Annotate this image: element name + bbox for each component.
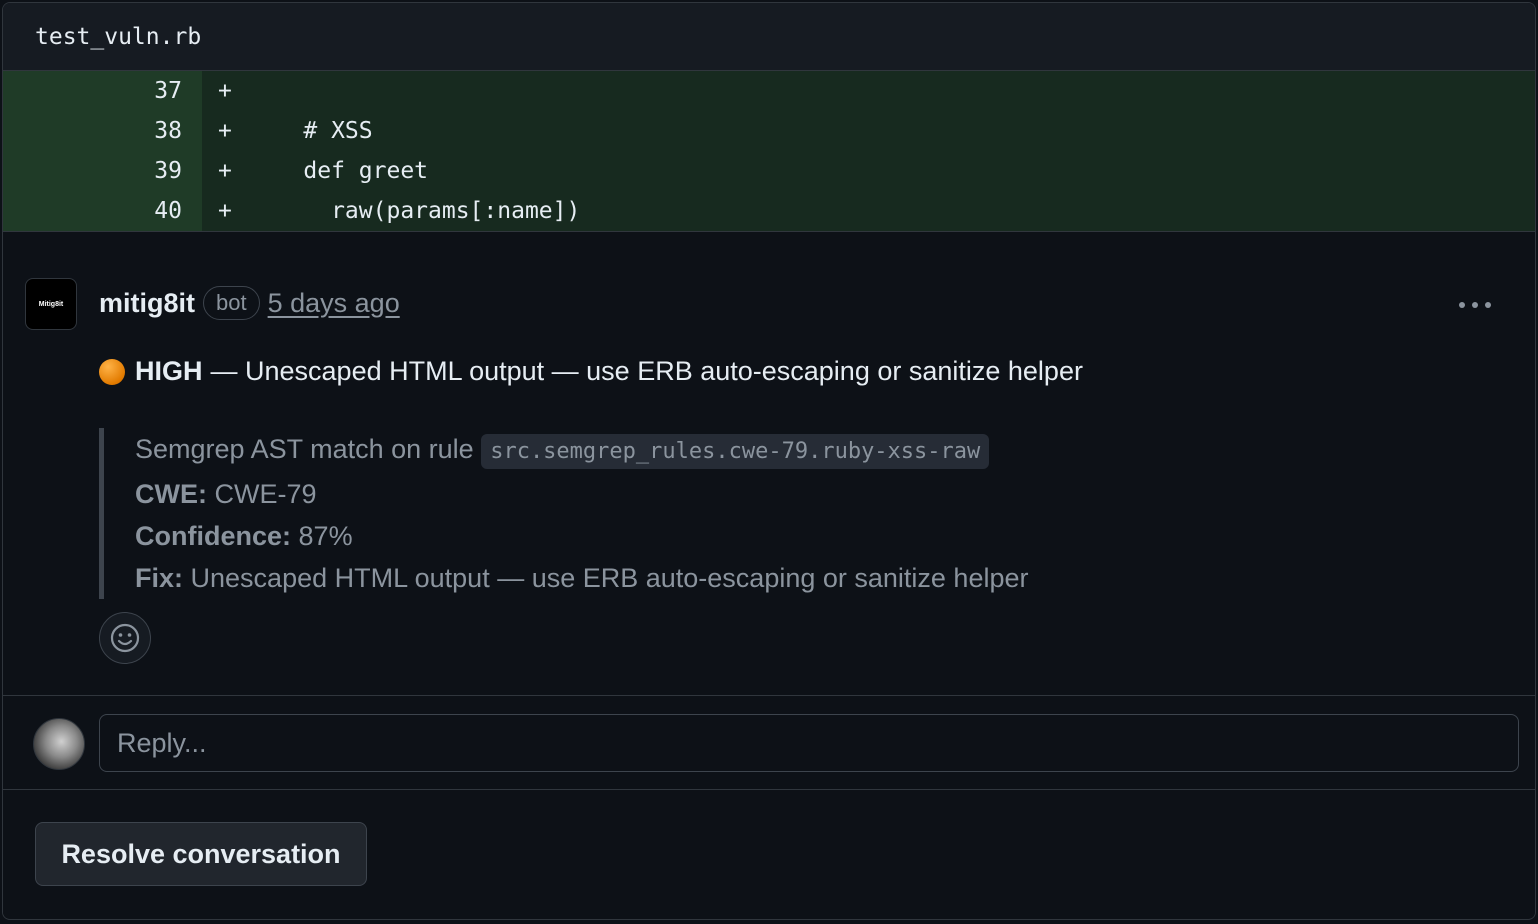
file-name[interactable]: test_vuln.rb: [35, 24, 201, 50]
diff-line: 39 + def greet: [3, 151, 1535, 191]
confidence-line: Confidence: 87%: [135, 515, 1028, 557]
diff-line: 37 +: [3, 71, 1535, 111]
comment-header: mitig8it bot 5 days ago: [99, 286, 400, 320]
added-marker: +: [218, 158, 232, 184]
kebab-dot: [1459, 302, 1465, 308]
finding-details: Semgrep AST match on rule src.semgrep_ru…: [99, 428, 1028, 599]
cwe-value: CWE-79: [214, 479, 317, 509]
review-comment: Mitig8it mitig8it bot 5 days ago HIGH — …: [3, 232, 1535, 696]
resolve-conversation-button[interactable]: Resolve conversation: [35, 822, 367, 886]
line-number[interactable]: 39: [3, 151, 202, 191]
confidence-value: 87%: [298, 521, 353, 551]
review-thread: test_vuln.rb 37 + 38 + # XSS 39 + def gr…: [2, 2, 1536, 920]
fix-label: Fix:: [135, 563, 184, 593]
smiley-icon: [110, 623, 140, 653]
code-line: + def greet: [202, 151, 1535, 191]
rule-match-line: Semgrep AST match on rule src.semgrep_ru…: [135, 428, 1028, 473]
match-prefix: Semgrep AST match on rule: [135, 434, 474, 464]
code-line: +: [202, 71, 1535, 111]
code-text: def greet: [248, 158, 429, 184]
kebab-dot: [1485, 302, 1491, 308]
user-avatar[interactable]: [33, 718, 85, 770]
finding-headline: HIGH — Unescaped HTML output — use ERB a…: [99, 356, 1083, 387]
confidence-label: Confidence:: [135, 521, 292, 551]
line-number[interactable]: 37: [3, 71, 202, 111]
reply-row: [3, 696, 1535, 790]
orange-circle-icon: [99, 358, 125, 385]
avatar-logo-text: Mitig8it: [38, 300, 64, 308]
thread-footer: Resolve conversation: [3, 790, 1535, 918]
diff-hunk: 37 + 38 + # XSS 39 + def greet 40 + raw(…: [3, 71, 1535, 232]
cwe-line: CWE: CWE-79: [135, 473, 1028, 515]
line-number[interactable]: 38: [3, 111, 202, 151]
added-marker: +: [218, 198, 232, 224]
code-line: + raw(params[:name]): [202, 191, 1535, 231]
bot-avatar[interactable]: Mitig8it: [25, 278, 77, 330]
file-header: test_vuln.rb: [3, 3, 1535, 71]
diff-line: 40 + raw(params[:name]): [3, 191, 1535, 231]
comment-timestamp[interactable]: 5 days ago: [268, 288, 400, 319]
bot-badge: bot: [203, 286, 260, 320]
add-reaction-button[interactable]: [99, 612, 151, 664]
code-line: + # XSS: [202, 111, 1535, 151]
fix-line: Fix: Unescaped HTML output — use ERB aut…: [135, 557, 1028, 599]
comment-author[interactable]: mitig8it: [99, 288, 195, 319]
headline-text: — Unescaped HTML output — use ERB auto-e…: [210, 356, 1083, 386]
severity-label: HIGH: [135, 356, 203, 386]
cwe-label: CWE:: [135, 479, 207, 509]
fix-value: Unescaped HTML output — use ERB auto-esc…: [190, 563, 1029, 593]
added-marker: +: [218, 118, 232, 144]
reply-input[interactable]: [99, 714, 1519, 772]
rule-id-code: src.semgrep_rules.cwe-79.ruby-xss-raw: [481, 434, 990, 469]
code-text: raw(params[:name]): [248, 198, 581, 224]
added-marker: +: [218, 78, 232, 104]
more-options-icon[interactable]: [1455, 292, 1495, 318]
diff-line: 38 + # XSS: [3, 111, 1535, 151]
code-text: # XSS: [248, 118, 373, 144]
kebab-dot: [1472, 302, 1478, 308]
line-number[interactable]: 40: [3, 191, 202, 231]
